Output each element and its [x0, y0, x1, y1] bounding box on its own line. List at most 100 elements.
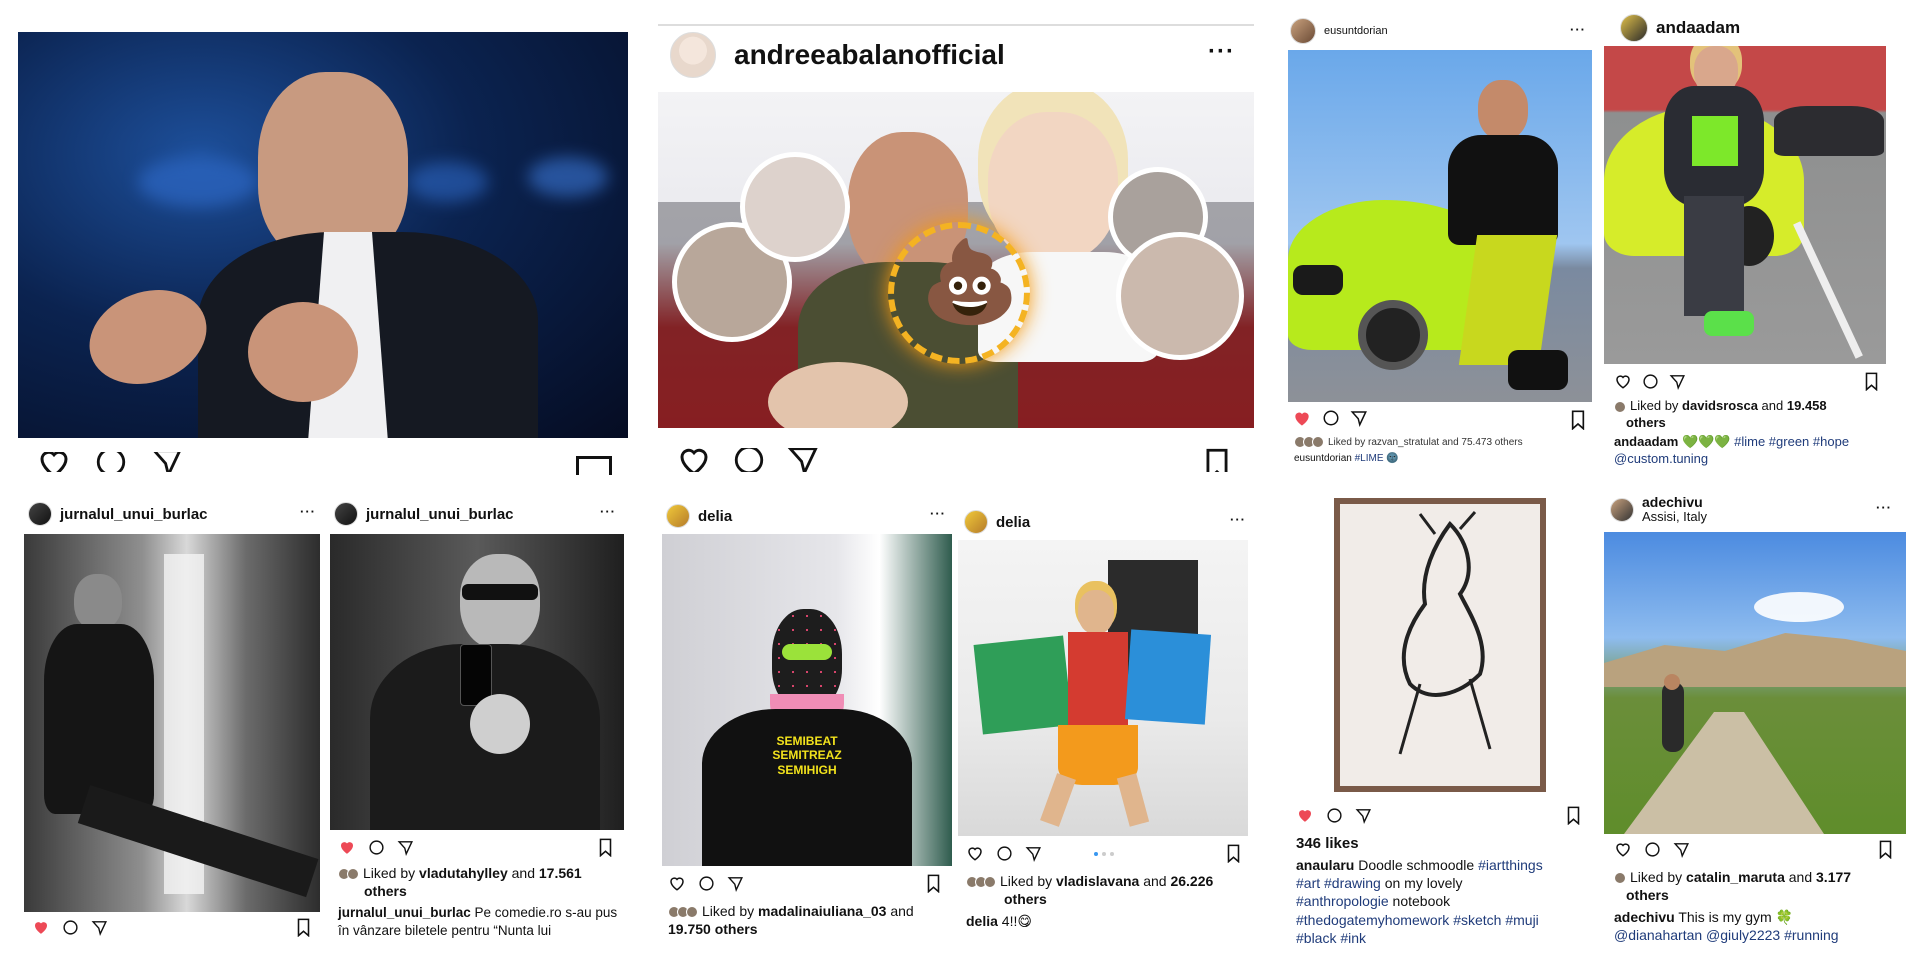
liker-username[interactable]: catalin_maruta [1686, 869, 1785, 885]
more-options-icon[interactable]: ··· [930, 506, 946, 521]
comment-icon[interactable] [1326, 807, 1343, 824]
caption-hashtag[interactable]: #black #ink [1296, 930, 1366, 946]
liker-username[interactable]: razvan_stratulat [1368, 437, 1439, 448]
comment-icon[interactable] [1322, 409, 1340, 427]
caption-hashtag[interactable]: #LIME [1355, 453, 1384, 464]
caption-username[interactable]: eusuntdorian [1294, 453, 1352, 464]
liked-others[interactable]: others [364, 883, 407, 899]
post-photo[interactable] [1604, 532, 1906, 834]
comment-icon[interactable] [94, 452, 128, 472]
more-options-icon[interactable]: ··· [1876, 500, 1892, 515]
liked-count[interactable]: 3.177 [1816, 869, 1851, 885]
more-options-icon[interactable]: ··· [1230, 512, 1246, 527]
liked-count[interactable]: 26.226 [1170, 873, 1213, 889]
liked-count[interactable]: 17.561 [539, 865, 582, 881]
bookmark-icon[interactable] [576, 456, 612, 475]
avatar[interactable] [28, 502, 52, 526]
caption-hashtag[interactable]: #iartthings [1478, 857, 1543, 873]
share-icon[interactable] [91, 919, 108, 936]
post-username[interactable]: andaadam [1656, 18, 1740, 38]
caption-username[interactable]: delia [966, 913, 998, 929]
comment-icon[interactable] [996, 845, 1013, 862]
heart-icon[interactable] [1614, 372, 1632, 390]
share-icon[interactable] [397, 839, 414, 856]
avatar[interactable] [1620, 14, 1648, 42]
liker-username[interactable]: madalinaiuliana_03 [758, 903, 886, 919]
post-username[interactable]: delia [996, 514, 1030, 531]
caption-hashtag[interactable]: #thedogatemyhomework #sketch #muji [1296, 912, 1539, 928]
comment-icon[interactable] [1644, 841, 1661, 858]
post-photo[interactable] [1288, 50, 1592, 402]
caption-username[interactable]: adechivu [1614, 909, 1675, 925]
post-photo[interactable] [24, 534, 320, 912]
heart-icon[interactable] [338, 838, 356, 856]
liked-others[interactable]: others [1626, 887, 1669, 903]
bookmark-icon[interactable] [926, 874, 941, 898]
comment-icon[interactable] [368, 839, 385, 856]
bookmark-icon[interactable] [1864, 372, 1879, 396]
share-icon[interactable] [1350, 409, 1368, 427]
caption-hashtag[interactable]: #running [1784, 927, 1839, 943]
more-options-icon[interactable]: ··· [600, 504, 616, 519]
post-username[interactable]: andreeabalanofficial [734, 39, 1005, 71]
liked-others[interactable]: others [1626, 415, 1666, 430]
liker-username[interactable]: vladislavana [1056, 873, 1139, 889]
caption-mentions[interactable]: @dianahartan @giuly2223 [1614, 927, 1780, 943]
heart-icon[interactable] [676, 448, 712, 472]
more-options-icon[interactable]: ··· [300, 504, 316, 519]
share-icon[interactable] [1025, 845, 1042, 862]
caption-hashtags[interactable]: #lime #green #hope [1734, 434, 1849, 449]
post-location[interactable]: Assisi, Italy [1642, 509, 1707, 525]
heart-icon[interactable] [32, 918, 50, 936]
bookmark-icon[interactable] [1226, 844, 1241, 868]
share-icon[interactable] [150, 452, 184, 472]
caption-hashtag[interactable]: #anthropologie [1296, 893, 1389, 909]
share-icon[interactable] [1673, 841, 1690, 858]
comment-icon[interactable] [1642, 373, 1659, 390]
liked-count[interactable]: 19.750 others [668, 921, 758, 937]
post-username[interactable]: jurnalul_unui_burlac [366, 506, 514, 523]
post-photo[interactable] [18, 32, 628, 438]
caption-username[interactable]: andaadam [1614, 434, 1678, 449]
avatar[interactable] [334, 502, 358, 526]
likes-count[interactable]: 346 likes [1296, 834, 1359, 854]
heart-icon[interactable] [668, 874, 686, 892]
caption-mention[interactable]: @custom.tuning [1614, 451, 1708, 466]
share-icon[interactable] [1669, 373, 1686, 390]
comment-icon[interactable] [732, 448, 766, 472]
avatar[interactable] [1290, 18, 1316, 44]
caption-hashtag[interactable]: #art #drawing [1296, 875, 1381, 891]
avatar[interactable] [670, 32, 716, 78]
avatar[interactable] [666, 504, 690, 528]
post-photo[interactable] [1604, 46, 1886, 364]
post-photo[interactable]: SEMIBEAT SEMITREAZ SEMIHIGH [662, 534, 952, 866]
liked-others[interactable]: others [1004, 891, 1047, 907]
post-username[interactable]: adechivu [1642, 494, 1707, 510]
bookmark-icon[interactable] [1203, 448, 1231, 472]
liker-username[interactable]: vladutahylley [419, 865, 508, 881]
bookmark-icon[interactable] [1570, 410, 1586, 435]
share-icon[interactable] [786, 448, 820, 472]
bookmark-icon[interactable] [598, 838, 613, 862]
share-icon[interactable] [1355, 807, 1372, 824]
liked-count[interactable]: 19.458 [1787, 398, 1827, 413]
post-photo[interactable] [330, 534, 624, 830]
heart-icon[interactable] [1614, 840, 1632, 858]
comment-icon[interactable] [698, 875, 715, 892]
caption-username[interactable]: jurnalul_unui_burlac [338, 905, 471, 920]
bookmark-icon[interactable] [296, 918, 311, 942]
post-username[interactable]: jurnalul_unui_burlac [60, 506, 208, 523]
more-options-icon[interactable]: ··· [1208, 38, 1235, 66]
liker-username[interactable]: davidsrosca [1682, 398, 1758, 413]
heart-icon[interactable] [966, 844, 984, 862]
more-options-icon[interactable]: ··· [1570, 22, 1586, 37]
post-username[interactable]: delia [698, 508, 732, 525]
caption-username[interactable]: anaularu [1296, 857, 1354, 873]
post-photo[interactable] [1334, 498, 1546, 792]
heart-icon[interactable] [1296, 806, 1314, 824]
heart-icon[interactable] [1292, 408, 1312, 428]
avatar[interactable] [1610, 497, 1634, 522]
share-icon[interactable] [727, 875, 744, 892]
heart-icon[interactable] [36, 452, 72, 472]
bookmark-icon[interactable] [1566, 806, 1581, 830]
